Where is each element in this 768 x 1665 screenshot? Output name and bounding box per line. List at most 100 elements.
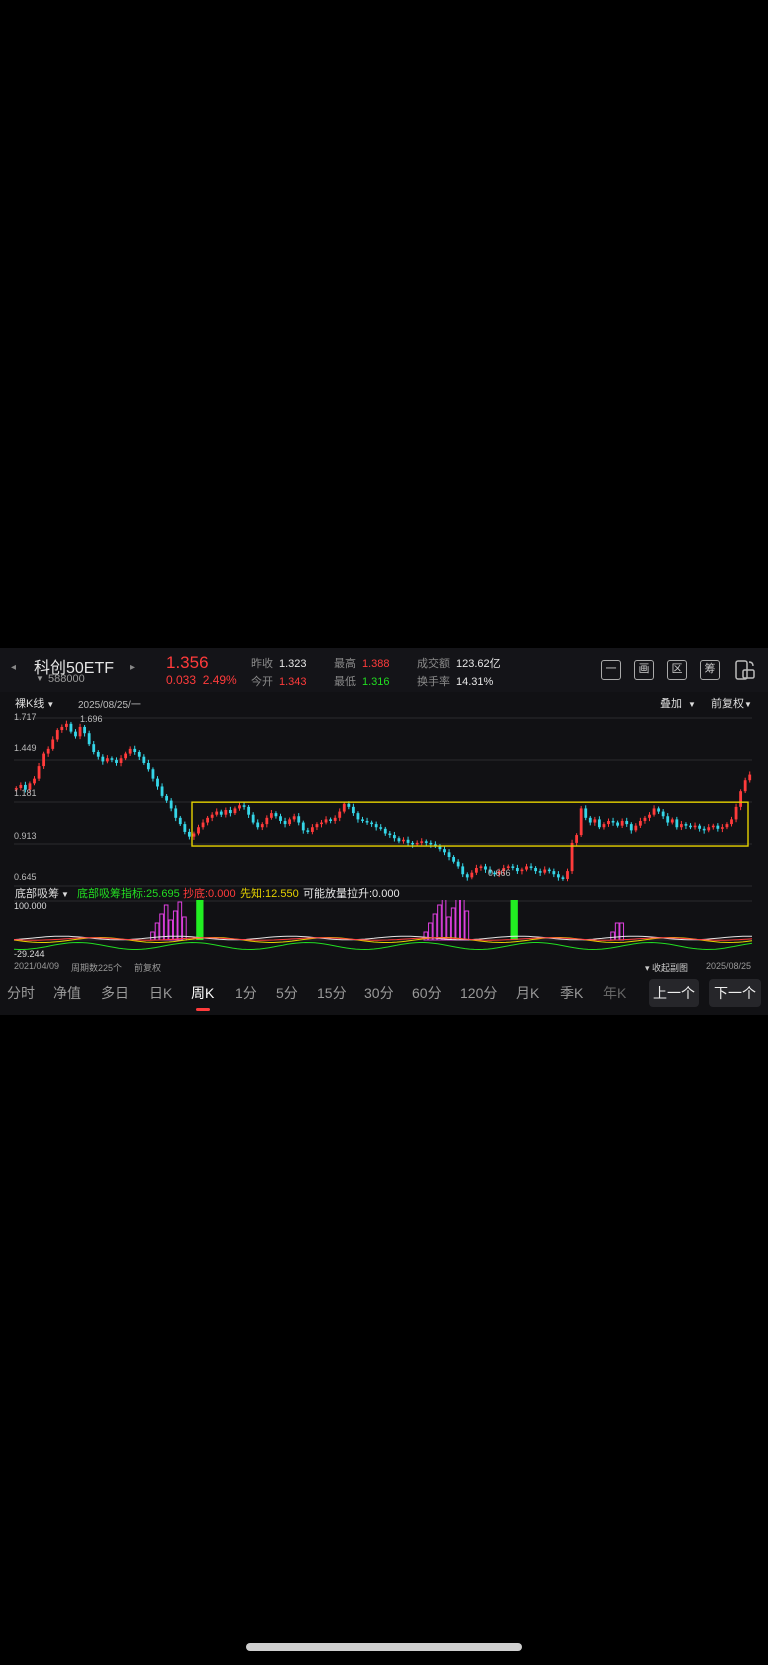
accumulation-bar: [432, 913, 438, 941]
candle-body: [251, 814, 255, 823]
candle-body: [388, 833, 392, 836]
candle-body: [625, 820, 629, 825]
candle-body: [101, 756, 105, 762]
candle-body: [320, 822, 323, 825]
candle-body: [566, 871, 569, 879]
candle-body: [643, 817, 647, 821]
candle-body: [74, 731, 77, 737]
candle-body: [547, 869, 551, 872]
start-date: 2021/04/09: [14, 961, 60, 971]
candle-body: [593, 819, 597, 823]
overlay-dropdown[interactable]: 叠加 ▼: [660, 695, 696, 711]
range-tool-button[interactable]: 区: [667, 660, 687, 680]
candle-body: [310, 827, 314, 832]
tab-1min[interactable]: 1分: [235, 983, 257, 1003]
accumulation-bar: [437, 904, 442, 941]
candle-body: [146, 762, 150, 770]
y-label: 1.717: [14, 712, 37, 722]
tab-nav[interactable]: 净值: [53, 983, 81, 1003]
candle-body: [215, 811, 219, 815]
candle-body: [402, 839, 405, 842]
candle-body: [515, 867, 519, 872]
prev-stock-arrow-icon[interactable]: ◂: [11, 662, 16, 673]
candle-body: [228, 809, 232, 814]
chips-tool-button[interactable]: 筹: [700, 660, 720, 680]
low-annotation: 0.666: [488, 868, 511, 878]
indicator-main-value: 底部吸筹指标:25.695: [77, 888, 180, 900]
candle-body: [456, 861, 460, 867]
candle-body: [543, 869, 547, 873]
draw-tool-button[interactable]: 画: [634, 660, 654, 680]
candle-body: [33, 778, 36, 784]
candle-body: [238, 805, 241, 809]
candle-body: [657, 808, 661, 812]
tab-30min[interactable]: 30分: [364, 983, 394, 1003]
candle-body: [570, 842, 574, 872]
stock-chart-panel: ◂ 科创50ETF ▼ 588000 ▸ 1.356 0.033 2.49% 昨…: [0, 648, 768, 1015]
candle-body: [584, 808, 588, 818]
candle-body: [652, 808, 656, 815]
candle-body: [556, 874, 560, 878]
next-stock-arrow-icon[interactable]: ▸: [130, 662, 135, 673]
prev-button[interactable]: 上一个: [649, 979, 699, 1007]
caret-down-icon[interactable]: ▼: [36, 674, 44, 683]
line-tool-button[interactable]: 一: [601, 660, 621, 680]
tab-daily-k[interactable]: 日K: [149, 983, 172, 1003]
indicator-dropdown[interactable]: 底部吸筹 ▼: [15, 885, 69, 901]
adjust-dropdown[interactable]: 前复权▼: [711, 695, 752, 711]
candle-body: [69, 723, 73, 732]
candlestick-chart[interactable]: [0, 710, 768, 892]
candle-body: [452, 857, 456, 862]
kline-mode-dropdown[interactable]: 裸K线 ▼: [15, 695, 54, 711]
candle-body: [365, 820, 369, 823]
candle-body: [684, 824, 688, 826]
candle-body: [315, 824, 319, 828]
main-indicator-line: [13, 941, 753, 951]
candle-body: [224, 809, 228, 815]
candle-body: [616, 822, 620, 826]
indicator-bottom-label: -29.244: [14, 949, 45, 959]
candle-body: [525, 866, 528, 870]
candle-body: [693, 825, 697, 828]
candle-body: [484, 866, 487, 870]
next-button[interactable]: 下一个: [709, 979, 761, 1007]
accumulation-bar: [459, 900, 465, 941]
tab-intraday[interactable]: 分时: [7, 983, 35, 1003]
tab-60min[interactable]: 60分: [412, 983, 442, 1003]
period-tabs: 分时 净值 多日 日K 周K 1分 5分 15分 30分 60分 120分 月K…: [0, 973, 768, 1015]
tab-yearly-k[interactable]: 年K: [603, 983, 626, 1003]
candle-body: [479, 866, 483, 868]
candle-body: [115, 759, 118, 763]
indicator-chart[interactable]: [0, 900, 768, 958]
candle-body: [55, 730, 59, 740]
candle-body: [538, 871, 542, 873]
tab-monthly-k[interactable]: 月K: [516, 983, 539, 1003]
indicator-chaodi-value: 抄底:0.000: [183, 888, 236, 900]
candle-body: [292, 816, 296, 820]
indicator-xianzhi-value: 先知:12.550: [240, 888, 299, 900]
tab-quarterly-k[interactable]: 季K: [560, 983, 583, 1003]
tab-15min[interactable]: 15分: [317, 983, 347, 1003]
tab-multi-day[interactable]: 多日: [101, 983, 129, 1003]
candle-body: [415, 842, 419, 845]
rotate-screen-icon[interactable]: [734, 658, 756, 682]
accumulation-bar: [168, 919, 174, 941]
candle-body: [279, 816, 282, 821]
candle-body: [265, 817, 269, 825]
tab-5min[interactable]: 5分: [276, 983, 298, 1003]
stock-code[interactable]: 588000: [48, 673, 85, 685]
candle-body: [333, 817, 337, 821]
high-annotation: 1.696: [80, 714, 103, 724]
tab-120min[interactable]: 120分: [460, 983, 497, 1003]
tab-weekly-k[interactable]: 周K: [191, 983, 214, 1003]
candle-body: [392, 835, 396, 839]
candle-body: [406, 839, 410, 843]
candle-body: [424, 841, 428, 843]
candle-body: [128, 748, 132, 754]
candle-body: [301, 822, 305, 831]
candle-body: [370, 822, 374, 825]
candle-body: [297, 816, 301, 823]
signal-bar: [196, 900, 204, 940]
candle-body: [110, 758, 114, 760]
candle-body: [178, 817, 182, 825]
